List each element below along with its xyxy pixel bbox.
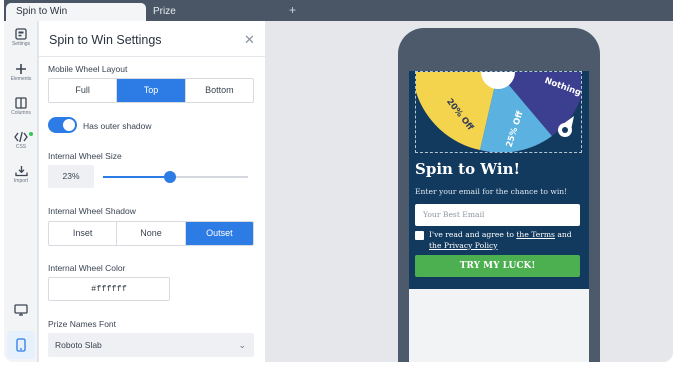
spin-popup[interactable]: 20% Off 25% Off Nothing Spin to Win! Ent…: [409, 71, 589, 289]
desktop-icon: [14, 304, 28, 316]
slider-handle[interactable]: [163, 171, 176, 183]
wheel-color-label: Internal Wheel Color: [48, 263, 126, 273]
prize-font-select[interactable]: Roboto Slab ⌄: [48, 333, 254, 357]
sidebar-item-settings[interactable]: Settings: [4, 28, 38, 47]
toggle-knob: [63, 119, 75, 131]
wheel-size-slider[interactable]: [103, 171, 248, 183]
shadow-option-inset[interactable]: Inset: [49, 222, 118, 245]
wheel-selection[interactable]: 20% Off 25% Off Nothing: [415, 71, 582, 153]
phone-mockup: 20% Off 25% Off Nothing Spin to Win! Ent…: [398, 28, 600, 362]
wheel-size-input[interactable]: 23%: [48, 165, 94, 188]
device-mobile-button[interactable]: [7, 331, 35, 359]
status-dot: [29, 132, 33, 136]
layout-option-full[interactable]: Full: [49, 79, 118, 102]
wheel-shadow-label: Internal Wheel Shadow: [48, 206, 136, 216]
sidebar-item-css[interactable]: CSS: [4, 131, 38, 150]
tab-bar: Spin to Win Prize +: [4, 0, 673, 21]
outer-shadow-toggle[interactable]: [48, 117, 77, 133]
try-my-luck-button[interactable]: TRY MY LUCK!: [415, 255, 580, 277]
settings-icon: [15, 28, 27, 40]
agree-text: I've read and agree to the Terms and the…: [429, 230, 584, 251]
popup-title: Spin to Win!: [415, 160, 521, 178]
outer-shadow-label: Has outer shadow: [83, 121, 152, 131]
sidebar-item-columns[interactable]: Columns: [4, 97, 38, 116]
slider-fill: [103, 176, 170, 178]
wheel-color-input[interactable]: #ffffff: [48, 277, 170, 301]
code-icon: [14, 131, 28, 143]
prize-font-label: Prize Names Font: [48, 319, 117, 329]
tab-prize[interactable]: Prize: [153, 3, 176, 21]
sidebar-item-elements[interactable]: Elements: [4, 63, 38, 82]
tab-spin-to-win[interactable]: Spin to Win: [6, 3, 146, 21]
wheel-shadow-selector: Inset None Outset: [48, 221, 254, 246]
email-field[interactable]: Your Best Email: [415, 204, 580, 226]
terms-link[interactable]: the Terms: [516, 230, 555, 239]
chevron-down-icon: ⌄: [238, 340, 246, 350]
sidebar-item-label: CSS: [15, 144, 27, 150]
agree-prefix: I've read and agree to: [429, 230, 517, 239]
import-icon: [14, 166, 28, 177]
layout-option-bottom[interactable]: Bottom: [186, 79, 253, 102]
plus-icon: [16, 64, 26, 74]
prize-wheel: 20% Off 25% Off Nothing: [416, 72, 581, 152]
app-window: Spin to Win Prize + Settings Elements Co…: [4, 0, 673, 362]
agree-checkbox[interactable]: [415, 231, 424, 240]
close-icon[interactable]: ✕: [244, 32, 255, 48]
sidebar-item-label: Settings: [11, 41, 31, 47]
privacy-policy-link[interactable]: the Privacy Policy: [429, 241, 498, 250]
sidebar-item-label: Columns: [11, 110, 31, 116]
settings-panel: Spin to Win Settings ✕ Mobile Wheel Layo…: [39, 21, 265, 362]
panel-header: Spin to Win Settings ✕: [39, 21, 265, 57]
mobile-layout-label: Mobile Wheel Layout: [48, 64, 128, 74]
popup-subtitle: Enter your email for the chance to win!: [415, 187, 568, 196]
wheel-size-label: Internal Wheel Size: [48, 151, 122, 161]
icon-sidebar: Settings Elements Columns CSS Import: [4, 21, 38, 362]
prize-font-value: Roboto Slab: [55, 340, 102, 350]
layout-option-top[interactable]: Top: [117, 79, 186, 102]
device-desktop-button[interactable]: [4, 304, 38, 316]
add-tab-icon[interactable]: +: [289, 3, 296, 21]
mobile-layout-selector: Full Top Bottom: [48, 78, 254, 103]
columns-icon: [15, 97, 27, 109]
phone-screen: 20% Off 25% Off Nothing Spin to Win! Ent…: [409, 71, 589, 362]
sidebar-item-label: Import: [13, 178, 29, 184]
preview-canvas: 20% Off 25% Off Nothing Spin to Win! Ent…: [265, 21, 673, 362]
shadow-option-none[interactable]: None: [117, 222, 186, 245]
sidebar-item-label: Elements: [10, 76, 32, 82]
shadow-option-outset[interactable]: Outset: [185, 222, 253, 245]
sidebar-item-import[interactable]: Import: [4, 165, 38, 184]
panel-title: Spin to Win Settings: [49, 33, 162, 47]
agree-and: and: [554, 230, 572, 239]
mobile-icon: [16, 338, 26, 352]
